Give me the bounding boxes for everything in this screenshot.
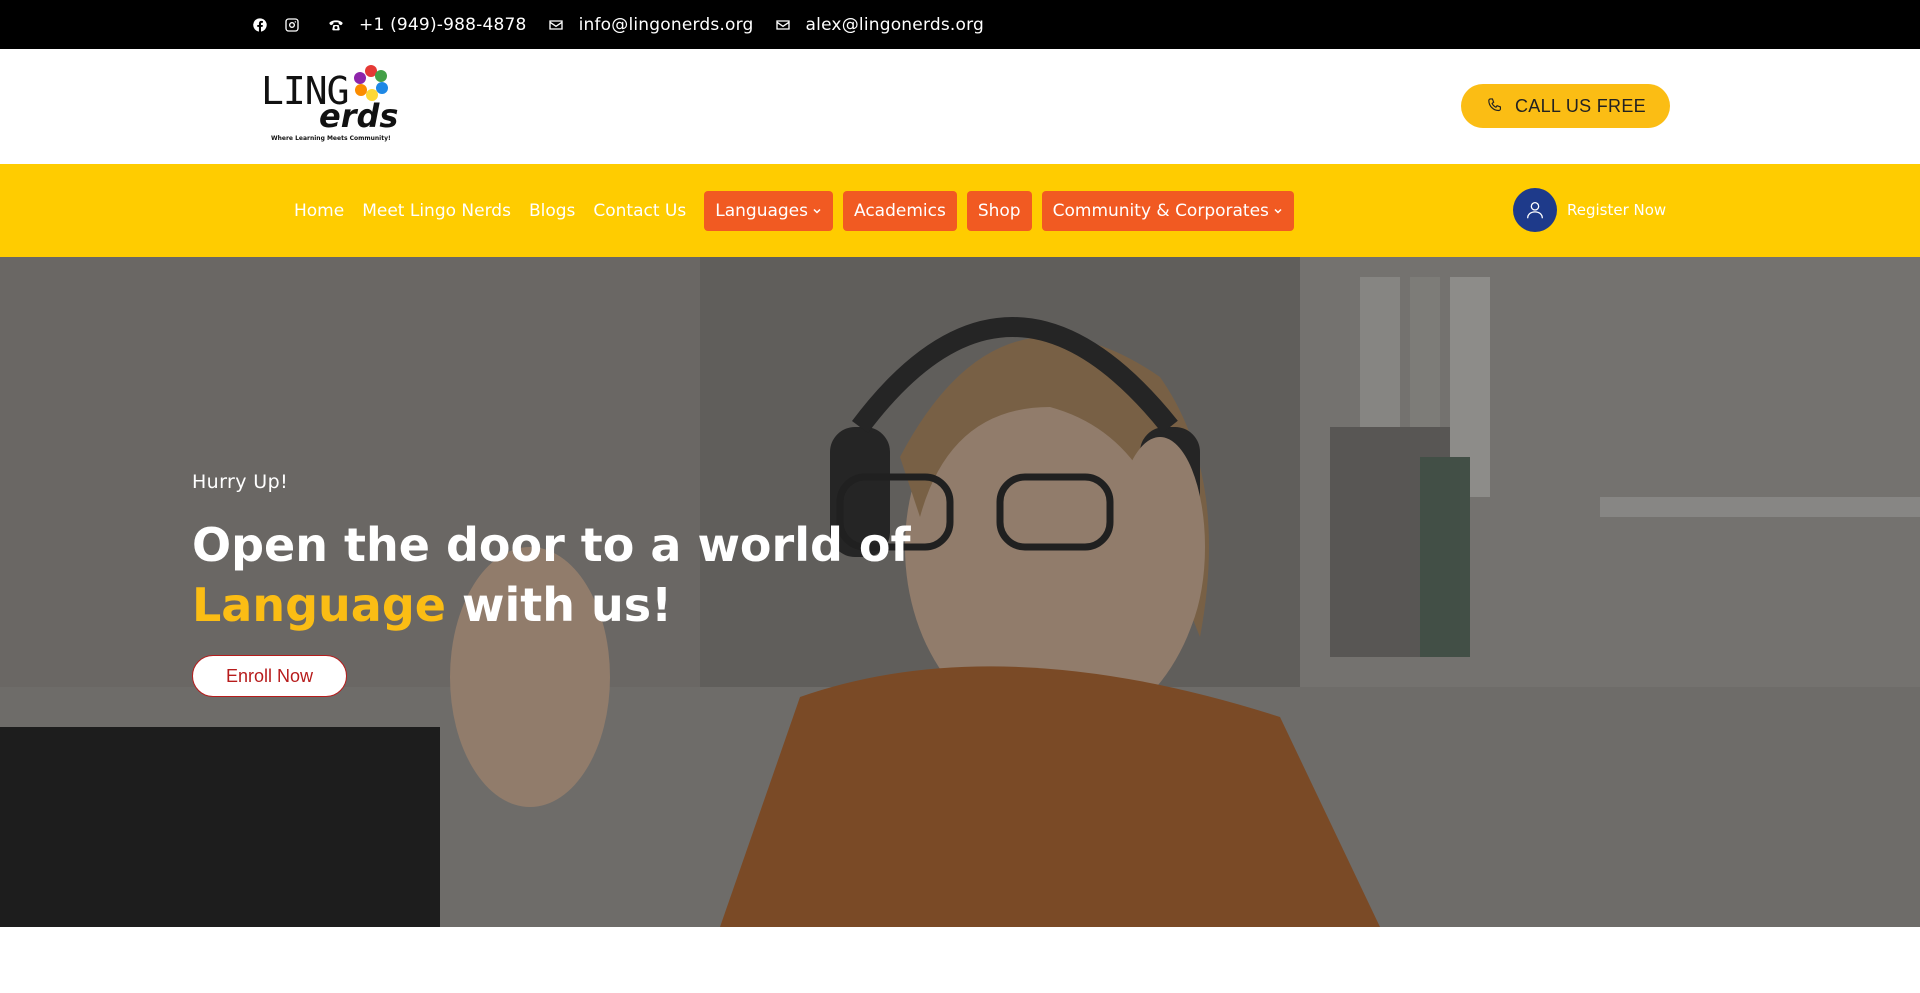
nav-academics-label: Academics — [854, 201, 946, 221]
top-contact-bar: +1 (949)-988-4878 info@lingonerds.org al… — [0, 0, 1920, 49]
mail-icon — [547, 16, 565, 34]
hero-headline: Open the door to a world of Language wit… — [192, 515, 911, 635]
instagram-icon[interactable] — [283, 16, 301, 34]
contact-email-alex-text: alex@lingonerds.org — [805, 14, 984, 35]
nav-shop[interactable]: Shop — [966, 191, 1032, 231]
nav-academics[interactable]: Academics — [843, 191, 957, 231]
logo-tagline: Where Learning Meets Community! — [271, 135, 391, 142]
chevron-down-icon — [1274, 208, 1282, 214]
call-us-free-label: CALL US FREE — [1515, 95, 1646, 116]
site-logo[interactable]: LING erds Where Learning Meets Community… — [261, 63, 398, 145]
user-icon — [1513, 188, 1557, 232]
contact-phone[interactable]: +1 (949)-988-4878 — [327, 15, 527, 35]
hero-headline-accent: Language — [192, 578, 446, 632]
register-now-link[interactable]: Register Now — [1513, 188, 1666, 232]
hero-headline-line1: Open the door to a world of — [192, 518, 911, 572]
nav-languages-dropdown[interactable]: Languages — [704, 191, 833, 231]
main-navigation: Home Meet Lingo Nerds Blogs Contact Us L… — [0, 164, 1920, 257]
hero-content: Hurry Up! Open the door to a world of La… — [192, 471, 911, 697]
logo-wordmark-bottom: erds — [319, 97, 399, 135]
phone-icon — [1488, 98, 1501, 112]
nav-home[interactable]: Home — [286, 191, 352, 231]
nav-languages-label: Languages — [715, 201, 808, 221]
top-contact-bar-inner: +1 (949)-988-4878 info@lingonerds.org al… — [251, 0, 984, 49]
register-now-label: Register Now — [1567, 201, 1667, 219]
nav-community-corporates-label: Community & Corporates — [1052, 201, 1269, 221]
hero-banner: Hurry Up! Open the door to a world of La… — [0, 257, 1920, 927]
hero-headline-line2: Language with us! — [192, 575, 911, 635]
contact-email-alex[interactable]: alex@lingonerds.org — [774, 15, 984, 35]
nav-contact-us[interactable]: Contact Us — [585, 191, 694, 231]
call-us-free-button[interactable]: CALL US FREE — [1461, 84, 1670, 128]
nav-community-corporates-dropdown[interactable]: Community & Corporates — [1041, 191, 1294, 231]
nav-shop-label: Shop — [977, 201, 1021, 221]
contact-email-info[interactable]: info@lingonerds.org — [547, 15, 754, 35]
phone-icon — [327, 16, 345, 34]
nav-blogs[interactable]: Blogs — [521, 191, 583, 231]
nav-meet-lingo-nerds[interactable]: Meet Lingo Nerds — [354, 191, 519, 231]
facebook-icon[interactable] — [251, 16, 269, 34]
mail-icon — [774, 16, 792, 34]
enroll-now-button[interactable]: Enroll Now — [192, 655, 347, 697]
chevron-down-icon — [813, 208, 821, 214]
hero-headline-rest: with us! — [445, 578, 673, 632]
contact-email-info-text: info@lingonerds.org — [578, 14, 754, 35]
nav-items: Home Meet Lingo Nerds Blogs Contact Us L… — [286, 191, 1304, 231]
site-header: LING erds Where Learning Meets Community… — [0, 49, 1920, 164]
below-hero-section — [0, 927, 1920, 993]
hero-eyebrow: Hurry Up! — [192, 471, 289, 493]
contact-phone-text: +1 (949)-988-4878 — [359, 14, 527, 35]
